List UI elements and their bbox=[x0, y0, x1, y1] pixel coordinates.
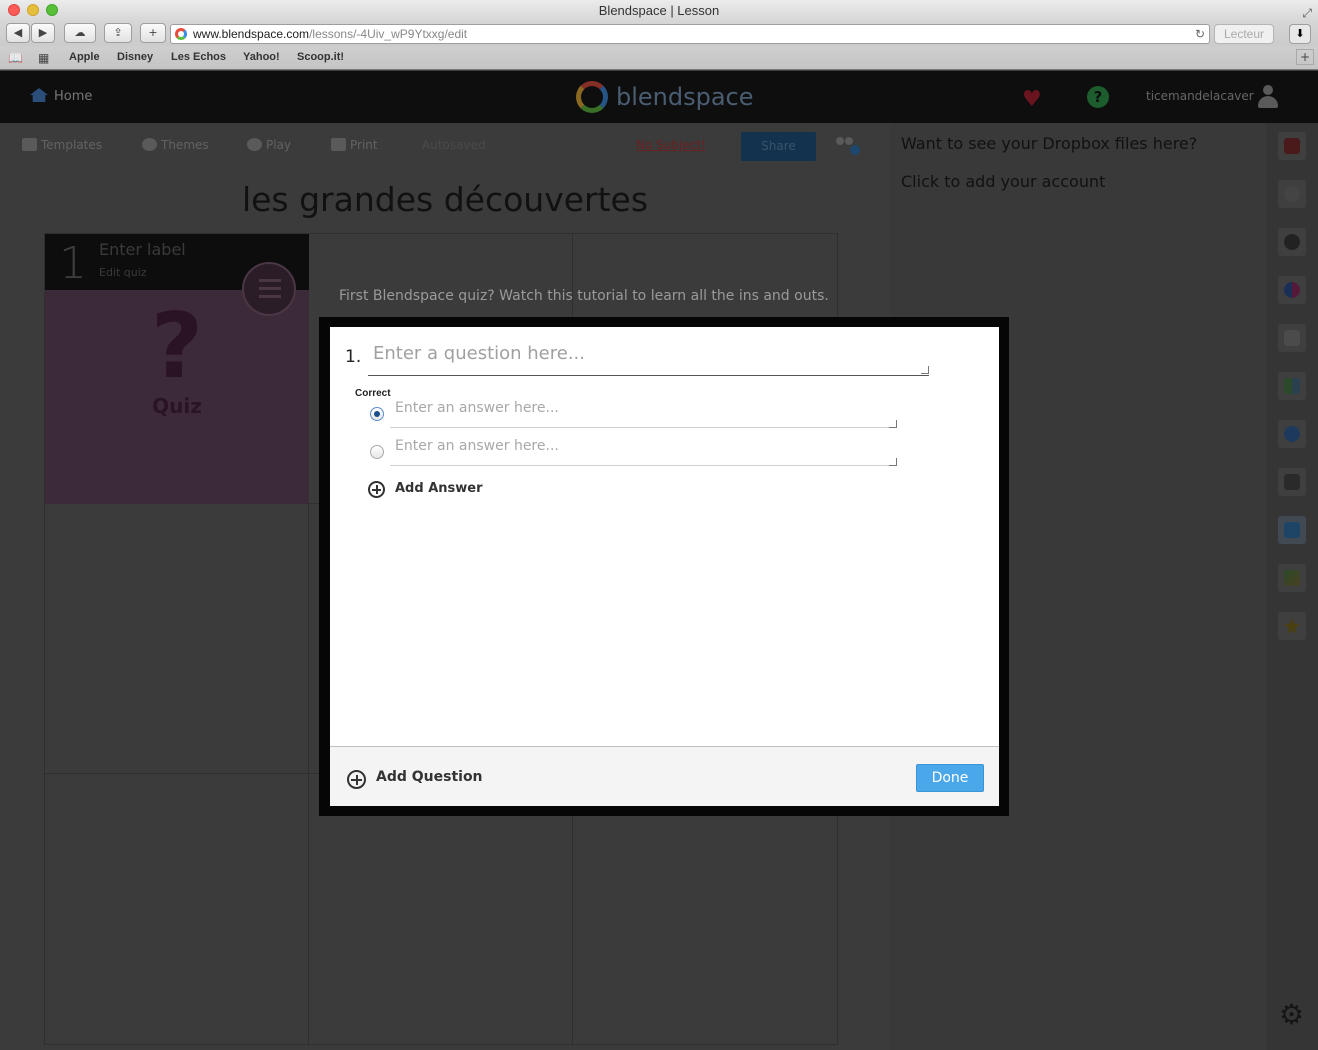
editor-toolbar: Templates Themes Play Print Autosaved No… bbox=[0, 123, 890, 167]
home-label: Home bbox=[54, 89, 93, 104]
source-rail bbox=[1266, 123, 1318, 1050]
autosaved-status: Autosaved bbox=[422, 138, 486, 152]
done-button[interactable]: Done bbox=[916, 764, 984, 792]
logo-text: blendspace bbox=[616, 83, 754, 111]
drive-icon[interactable] bbox=[1278, 564, 1306, 592]
answer-correct-radio[interactable] bbox=[370, 407, 384, 421]
bookshare-icon[interactable] bbox=[1278, 372, 1306, 400]
window-zoom-button[interactable] bbox=[46, 4, 58, 16]
favorites-icon[interactable] bbox=[1278, 612, 1306, 640]
bookmark-item[interactable]: Les Echos bbox=[171, 51, 226, 63]
question-number: 1. bbox=[345, 347, 362, 367]
back-button[interactable]: ◀ bbox=[6, 23, 30, 43]
window-title: Blendspace | Lesson bbox=[598, 3, 720, 18]
share-button[interactable]: Share bbox=[741, 132, 816, 161]
add-answer-label: Add Answer bbox=[395, 481, 483, 496]
plus-circle-icon bbox=[347, 770, 366, 789]
educreations-icon[interactable] bbox=[1278, 228, 1306, 256]
no-subject-link[interactable]: No Subject! bbox=[636, 138, 706, 152]
username[interactable]: ticemandelacaver bbox=[1146, 89, 1254, 103]
plus-circle-icon bbox=[368, 481, 385, 498]
home-icon bbox=[30, 88, 48, 102]
add-question-label: Add Question bbox=[376, 769, 483, 785]
reader-button[interactable]: Lecteur bbox=[1214, 24, 1274, 44]
user-avatar-icon[interactable] bbox=[1258, 85, 1278, 109]
flickr-icon[interactable] bbox=[1278, 276, 1306, 304]
forward-button[interactable]: ▶ bbox=[31, 23, 55, 43]
quiz-editor-modal: 1. Correct Add Answer Add Question Done bbox=[330, 327, 999, 806]
bookmark-item[interactable]: Apple bbox=[69, 51, 100, 63]
add-account-link[interactable]: Click to add your account bbox=[901, 172, 1105, 191]
reload-icon[interactable]: ↻ bbox=[1195, 25, 1205, 43]
bookmarks-bar: 📖 ▦ Apple Disney Les Echos Yahoo! Scoop.… bbox=[0, 46, 1318, 70]
url-path: /lessons/-4Uiv_wP9Ytxxg/edit bbox=[309, 27, 468, 41]
question-input[interactable] bbox=[368, 343, 929, 376]
grid-cell[interactable] bbox=[45, 504, 309, 774]
tile-label-input[interactable]: Enter label bbox=[99, 240, 186, 259]
url-host: www.blendspace.com bbox=[193, 27, 310, 41]
grid-cell[interactable] bbox=[45, 774, 309, 1044]
youtube-icon[interactable] bbox=[1278, 132, 1306, 160]
modal-footer: Add Question Done bbox=[330, 746, 999, 806]
play-icon bbox=[247, 138, 262, 151]
dropbox-icon[interactable] bbox=[1278, 516, 1306, 544]
logo-ring-icon bbox=[576, 81, 608, 113]
browser-toolbar: ◀ ▶ ☁ ⇪ + www.blendspace.com/lessons/-4U… bbox=[0, 22, 1318, 46]
help-icon[interactable]: ? bbox=[1087, 86, 1109, 108]
window-titlebar: Blendspace | Lesson ⤢ bbox=[0, 0, 1318, 22]
tutorial-hint[interactable]: First Blendspace quiz? Watch this tutori… bbox=[339, 288, 829, 304]
themes-button[interactable]: Themes bbox=[142, 138, 209, 152]
window-minimize-button[interactable] bbox=[27, 4, 39, 16]
downloads-button[interactable]: ⬇ bbox=[1289, 24, 1311, 44]
gear-icon[interactable]: ⚙ bbox=[1279, 998, 1304, 1031]
new-tab-button[interactable]: + bbox=[140, 23, 166, 43]
grid-icon bbox=[22, 138, 37, 151]
correct-column-label: Correct bbox=[355, 388, 391, 399]
collaborators-icon[interactable] bbox=[836, 137, 860, 155]
address-bar[interactable]: www.blendspace.com/lessons/-4Uiv_wP9Ytxx… bbox=[170, 24, 1210, 44]
dropbox-panel-title: Want to see your Dropbox files here? bbox=[901, 134, 1198, 153]
top-sites-icon[interactable]: ▦ bbox=[38, 51, 49, 65]
home-link[interactable]: Home bbox=[30, 88, 92, 104]
answer-input[interactable] bbox=[390, 438, 897, 466]
add-bookmark-icon[interactable]: + bbox=[1296, 49, 1314, 65]
templates-button[interactable]: Templates bbox=[22, 138, 102, 152]
printer-icon bbox=[331, 138, 346, 151]
palette-icon bbox=[142, 138, 157, 151]
bookmark-item[interactable]: Yahoo! bbox=[243, 51, 280, 63]
heart-icon[interactable]: ♥ bbox=[1022, 87, 1042, 112]
web-icon[interactable] bbox=[1278, 420, 1306, 448]
quiz-type-label: Quiz bbox=[152, 394, 202, 418]
window-close-button[interactable] bbox=[8, 4, 20, 16]
computer-icon[interactable] bbox=[1278, 468, 1306, 496]
app-header: Home blendspace ♥ ? ticemandelacaver bbox=[0, 71, 1318, 123]
answer-resize-handle[interactable] bbox=[889, 458, 897, 466]
site-favicon-icon bbox=[175, 28, 187, 40]
google-icon[interactable] bbox=[1278, 180, 1306, 208]
edit-quiz-link[interactable]: Edit quiz bbox=[99, 266, 147, 279]
gooru-icon[interactable] bbox=[1278, 324, 1306, 352]
question-resize-handle[interactable] bbox=[921, 366, 929, 374]
question-mark-icon: ? bbox=[150, 294, 204, 399]
play-button[interactable]: Play bbox=[247, 138, 291, 152]
tile-number: 1 bbox=[59, 238, 87, 289]
answer-input[interactable] bbox=[390, 400, 897, 428]
share-sheet-button[interactable]: ⇪ bbox=[104, 23, 132, 43]
answer-resize-handle[interactable] bbox=[889, 420, 897, 428]
quiz-tile[interactable]: 1 Enter label Edit quiz ? Quiz bbox=[45, 234, 309, 504]
print-button[interactable]: Print bbox=[331, 138, 378, 152]
fullscreen-icon[interactable]: ⤢ bbox=[1302, 3, 1312, 24]
icloud-tabs-button[interactable]: ☁ bbox=[64, 23, 96, 43]
lesson-title[interactable]: les grandes découvertes bbox=[0, 180, 890, 219]
bookmark-item[interactable]: Scoop.it! bbox=[297, 51, 344, 63]
answer-correct-radio[interactable] bbox=[370, 445, 384, 459]
bookmark-item[interactable]: Disney bbox=[117, 51, 153, 63]
reading-list-icon[interactable]: 📖 bbox=[8, 51, 23, 65]
